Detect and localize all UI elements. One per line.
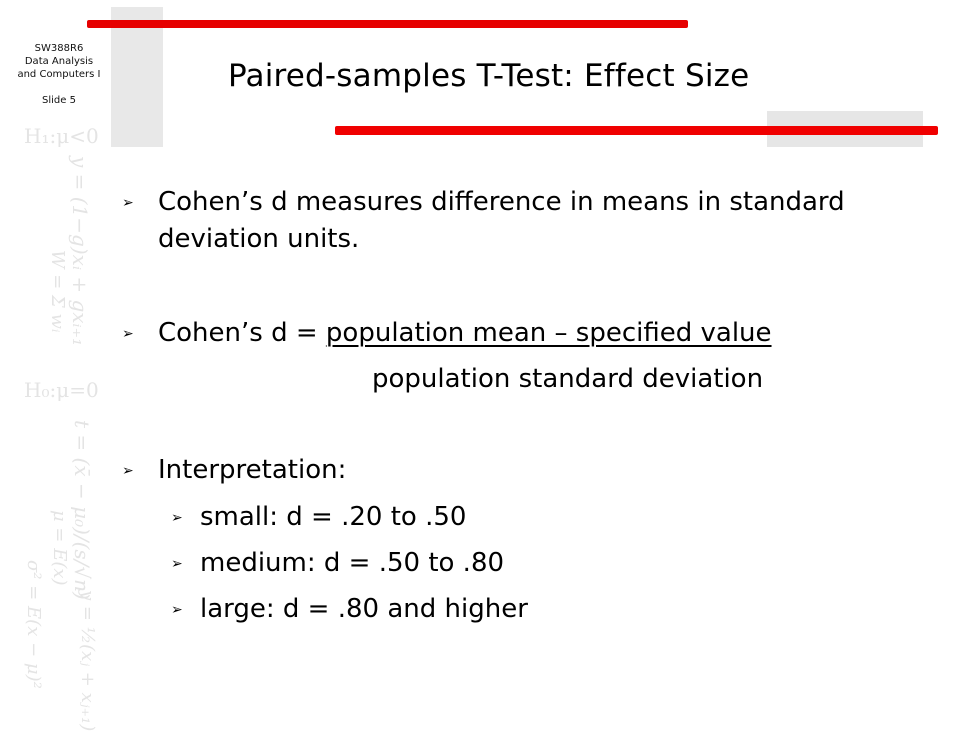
arrowhead-bullet-icon: ➢ xyxy=(171,602,183,618)
watermark-hypothesis-h1: H₁:μ<0 xyxy=(24,124,99,148)
sub-bullet-large: ➢ large: d = .80 and higher xyxy=(171,591,528,627)
watermark-formula: μ = E(x) xyxy=(49,510,70,586)
arrowhead-bullet-icon: ➢ xyxy=(171,556,183,572)
bullet-item-cohens-d-definition: ➢ Cohen’s d measures difference in means… xyxy=(122,184,845,220)
watermark-formula: t = (x̄ − μ₀)/(s/√n) xyxy=(70,420,94,600)
sub-bullet-text: large: d = .80 and higher xyxy=(200,594,528,624)
watermark-hypothesis-h0: H₀:μ=0 xyxy=(24,378,99,402)
watermark-formula: W = Σ wᵢ xyxy=(47,250,68,333)
arrowhead-bullet-icon: ➢ xyxy=(171,510,183,526)
decorative-gray-bar-left xyxy=(111,7,163,147)
bullet-text: Interpretation: xyxy=(158,455,347,485)
sub-bullet-medium: ➢ medium: d = .50 to .80 xyxy=(171,545,505,581)
arrowhead-bullet-icon: ➢ xyxy=(122,326,134,342)
course-info: SW388R6 Data Analysis and Computers I Sl… xyxy=(0,42,118,107)
watermark-formula: σ² = E(x − μ)² xyxy=(23,560,44,689)
bullet-text: Cohen’s d measures difference in means i… xyxy=(158,187,845,217)
formula-watermark: H₁:μ<0 y = (1−g)xᵢ + gxᵢ₊₁ W = Σ wᵢ H₀:μ… xyxy=(14,120,110,731)
sub-bullet-small: ➢ small: d = .20 to .50 xyxy=(171,499,467,535)
bullet-item-interpretation: ➢ Interpretation: xyxy=(122,452,347,488)
arrowhead-bullet-icon: ➢ xyxy=(122,463,134,479)
formula-numerator: population mean – specified value xyxy=(325,318,772,348)
decorative-red-bar-bottom xyxy=(335,126,938,135)
bullet-text-continuation: deviation units. xyxy=(158,221,359,257)
sub-bullet-text: small: d = .20 to .50 xyxy=(200,502,467,532)
bullet-item-cohens-d-formula: ➢ Cohen’s d = population mean – specifie… xyxy=(122,315,772,351)
course-name-line1: Data Analysis xyxy=(24,56,94,67)
formula-denominator-line: population standard deviation xyxy=(372,361,763,397)
sub-bullet-text: medium: d = .50 to .80 xyxy=(200,548,505,578)
bullet-text: deviation units. xyxy=(158,224,360,254)
course-name-line2: and Computers I xyxy=(17,69,101,80)
course-code: SW388R6 xyxy=(34,43,84,54)
arrowhead-bullet-icon: ➢ xyxy=(122,195,134,211)
slide-title: Paired-samples T-Test: Effect Size xyxy=(228,58,750,94)
decorative-red-bar-top xyxy=(87,20,688,28)
watermark-formula: y = (1−g)xᵢ + gxᵢ₊₁ xyxy=(68,156,92,347)
formula-denominator: population standard deviation xyxy=(372,364,764,394)
formula-prefix: Cohen’s d = xyxy=(158,318,326,348)
slide-number: Slide 5 xyxy=(42,95,76,106)
watermark-formula: y = ½(xⱼ + xⱼ₊₁) xyxy=(77,590,98,731)
